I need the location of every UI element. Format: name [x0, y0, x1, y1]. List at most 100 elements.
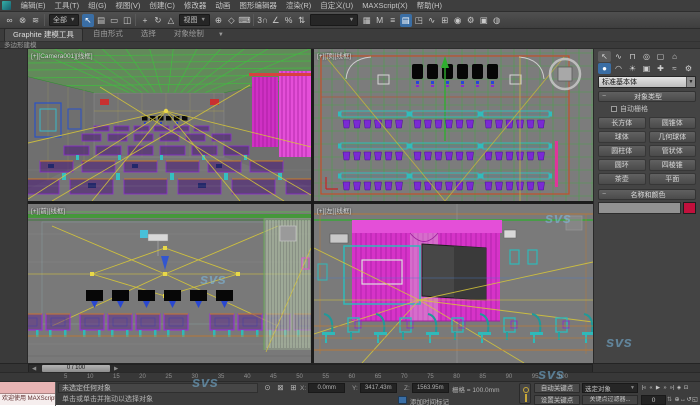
- schematic-view-icon[interactable]: ⊞: [439, 14, 451, 27]
- key-mode-toggle-icon[interactable]: ◈: [676, 383, 682, 393]
- rendered-frame-window-icon[interactable]: ▣: [478, 14, 490, 27]
- previous-frame-icon[interactable]: «: [648, 383, 654, 393]
- select-and-rotate-icon[interactable]: ↻: [152, 14, 164, 27]
- key-filters-button[interactable]: 关键点过滤器...: [582, 395, 638, 405]
- create-tab-icon[interactable]: ↖: [598, 51, 611, 62]
- render-setup-icon[interactable]: ⚙: [465, 14, 477, 27]
- keyboard-override-icon[interactable]: ⌨: [238, 14, 250, 27]
- viewport-camera[interactable]: [+][Camera001][线框]: [28, 49, 311, 201]
- track-bar[interactable]: 5101520253035404550556065707580859095100: [0, 372, 700, 381]
- viewport-front[interactable]: [+][前][线框]: [28, 204, 311, 363]
- motion-tab-icon[interactable]: ◎: [640, 51, 653, 62]
- next-frame-icon[interactable]: »: [662, 383, 668, 393]
- unlink-selection-icon[interactable]: ⊗: [17, 14, 29, 27]
- named-selection-sets-dropdown[interactable]: ▼: [310, 14, 358, 26]
- ribbon-collapse-icon[interactable]: ▼: [212, 29, 230, 41]
- menu-item[interactable]: 创建(C): [145, 0, 179, 11]
- current-frame-field[interactable]: 0: [641, 395, 666, 405]
- menu-item[interactable]: 动画: [211, 0, 235, 11]
- select-and-link-icon[interactable]: ∞: [4, 14, 16, 27]
- shapes-category-icon[interactable]: ◠: [612, 63, 625, 74]
- time-tag-icon[interactable]: [398, 396, 407, 404]
- viewport-label[interactable]: [+][Camera001][线框]: [31, 50, 93, 60]
- modify-tab-icon[interactable]: ∿: [612, 51, 625, 62]
- object-type-rollout[interactable]: − 对象类型: [598, 91, 696, 102]
- viewport-label[interactable]: [+][前][线框]: [31, 205, 65, 215]
- auto-key-button[interactable]: 自动关键点: [534, 383, 580, 393]
- play-icon[interactable]: ▶: [655, 383, 661, 393]
- object-type-button[interactable]: 平面: [649, 173, 697, 185]
- selection-lock-icon[interactable]: ⊠: [275, 383, 286, 393]
- object-color-swatch[interactable]: [683, 202, 696, 214]
- menu-item[interactable]: 帮助(H): [412, 0, 446, 11]
- hierarchy-tab-icon[interactable]: ⊓: [626, 51, 639, 62]
- selection-set-dropdown[interactable]: 选定对象 ▼: [582, 383, 638, 393]
- rectangular-selection-region-icon[interactable]: ▭: [108, 14, 120, 27]
- select-object-icon[interactable]: ↖: [82, 14, 94, 27]
- go-to-end-icon[interactable]: »|: [669, 383, 675, 393]
- menu-item[interactable]: 编辑(E): [16, 0, 50, 11]
- angle-snap-icon[interactable]: ∠: [270, 14, 282, 27]
- helpers-category-icon[interactable]: ✚: [654, 63, 667, 74]
- time-slider-handle[interactable]: 0 / 100: [42, 365, 110, 372]
- menu-item[interactable]: 自定义(U): [316, 0, 358, 11]
- snaps-toggle-3d-icon[interactable]: 3∩: [257, 14, 269, 27]
- object-name-field[interactable]: [598, 202, 681, 214]
- graphite-toggle-icon[interactable]: ◳: [413, 14, 425, 27]
- menu-item[interactable]: 修改器: [179, 0, 211, 11]
- absolute-offset-mode-icon[interactable]: ⊞: [288, 383, 299, 393]
- front-viewport-scene[interactable]: [28, 204, 311, 363]
- set-keys-button[interactable]: [519, 383, 531, 404]
- select-and-scale-icon[interactable]: △: [165, 14, 177, 27]
- object-type-button[interactable]: 圆环: [598, 159, 646, 171]
- ribbon-tab[interactable]: 选择: [133, 28, 164, 41]
- space-warps-category-icon[interactable]: ≈: [668, 63, 681, 74]
- spinner-snap-icon[interactable]: ⇅: [296, 14, 308, 27]
- select-and-move-icon[interactable]: +: [139, 14, 151, 27]
- isolate-selection-icon[interactable]: ⊙: [262, 383, 273, 393]
- viewport-label[interactable]: [+][左][线框]: [317, 205, 351, 215]
- object-type-button[interactable]: 圆锥体: [649, 117, 697, 129]
- object-type-button[interactable]: 圆柱体: [598, 145, 646, 157]
- edit-named-selection-sets-icon[interactable]: ▦: [361, 14, 373, 27]
- layer-manager-icon[interactable]: ▤: [400, 14, 412, 27]
- select-and-manipulate-icon[interactable]: ◇: [225, 14, 237, 27]
- ribbon-tab[interactable]: Graphite 建模工具: [4, 28, 83, 41]
- menu-item[interactable]: MAXScript(X): [358, 0, 412, 11]
- systems-category-icon[interactable]: ⚙: [682, 63, 695, 74]
- align-icon[interactable]: ≡: [387, 14, 399, 27]
- material-editor-icon[interactable]: ◉: [452, 14, 464, 27]
- ribbon-tab[interactable]: 自由形式: [85, 28, 131, 41]
- camera-viewport-scene[interactable]: [28, 49, 311, 201]
- render-production-icon[interactable]: ◍: [491, 14, 503, 27]
- maxscript-mini-listener[interactable]: 欢迎使用 MAXScript: [0, 382, 56, 406]
- left-viewport-scene[interactable]: [314, 204, 593, 363]
- window-crossing-icon[interactable]: ◫: [121, 14, 133, 27]
- menu-item[interactable]: 工具(T): [50, 0, 84, 11]
- select-by-name-icon[interactable]: ▤: [95, 14, 107, 27]
- reference-coordinate-dropdown[interactable]: 视图 ▼: [179, 14, 209, 26]
- x-field[interactable]: 0.0mm: [308, 383, 345, 393]
- name-color-rollout[interactable]: − 名称和颜色: [598, 189, 696, 200]
- set-key-button[interactable]: 设置关键点: [534, 395, 580, 405]
- y-field[interactable]: 3417.43m: [360, 383, 397, 393]
- bind-to-space-warp-icon[interactable]: ≋: [30, 14, 42, 27]
- app-logo-icon[interactable]: [2, 1, 11, 10]
- z-field[interactable]: 1563.95m: [412, 383, 449, 393]
- selection-filter-dropdown[interactable]: 全部 ▼: [49, 14, 79, 26]
- viewport-top[interactable]: [+][顶][线框]: [314, 49, 593, 201]
- primitive-type-dropdown[interactable]: 标准基本体 ▼: [598, 76, 696, 88]
- menu-item[interactable]: 视图(V): [111, 0, 145, 11]
- maximize-viewport-toggle-icon[interactable]: ◱: [692, 395, 698, 405]
- go-to-start-icon[interactable]: |«: [641, 383, 647, 393]
- menu-item[interactable]: 组(G): [84, 0, 111, 11]
- object-type-button[interactable]: 四棱锥: [649, 159, 697, 171]
- listener-welcome-line[interactable]: 欢迎使用 MAXScript: [0, 394, 55, 405]
- viewport-label[interactable]: [+][顶][线框]: [317, 50, 351, 60]
- menu-item[interactable]: 渲染(R): [281, 0, 315, 11]
- object-type-button[interactable]: 管状体: [649, 145, 697, 157]
- frame-spinner[interactable]: ⇅: [667, 395, 672, 405]
- percent-snap-icon[interactable]: %: [283, 14, 295, 27]
- viewport-left[interactable]: [+][左][线框]: [314, 204, 593, 363]
- autogrid-checkbox[interactable]: [611, 106, 617, 112]
